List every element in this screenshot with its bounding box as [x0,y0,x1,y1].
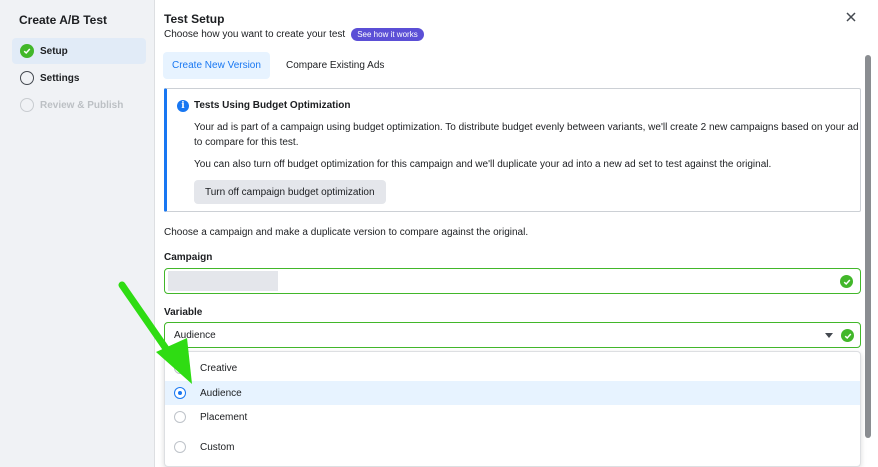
radio-icon [174,441,186,453]
step-label: Review & Publish [40,99,124,111]
see-how-it-works-link[interactable]: See how it works [351,28,424,41]
step-settings[interactable]: Settings [12,65,146,91]
notice-title: Tests Using Budget Optimization [194,100,351,111]
check-circle-icon [20,44,34,58]
chevron-down-icon [825,333,833,338]
tab-create-new-version[interactable]: Create New Version [163,52,270,79]
variable-dropdown-menu: Creative Audience Placement Custom [164,351,861,467]
step-setup[interactable]: Setup [12,38,146,64]
option-creative[interactable]: Creative [165,356,860,380]
notice-paragraph: Your ad is part of a campaign using budg… [194,122,859,148]
subtitle-text: Choose how you want to create your test [164,29,346,40]
step-review-publish: Review & Publish [12,92,146,118]
annotation-arrow-icon [118,281,192,384]
radio-icon [174,411,186,423]
step-label: Setup [40,45,68,57]
notice-paragraph: You can also turn off budget optimizatio… [194,159,772,170]
turn-off-budget-optimization-button[interactable]: Turn off campaign budget optimization [194,180,386,204]
option-label: Placement [200,411,248,423]
sidebar: Create A/B Test Setup Settings Review & … [0,0,155,467]
page-subtitle: Choose how you want to create your test … [164,28,424,41]
check-circle-icon [840,275,853,288]
scrollbar[interactable] [865,55,871,438]
instruction-text: Choose a campaign and make a duplicate v… [164,227,529,238]
step-circle-icon [20,71,34,85]
step-circle-icon [20,98,34,112]
tab-compare-existing-ads[interactable]: Compare Existing Ads [277,52,393,79]
option-label: Custom [200,441,235,453]
variable-select[interactable]: Audience [164,322,861,348]
campaign-label: Campaign [164,252,213,263]
option-placement[interactable]: Placement [165,405,860,429]
step-label: Settings [40,72,80,84]
main-panel: Test Setup Choose how you want to create… [155,0,878,467]
option-custom[interactable]: Custom [165,435,860,459]
budget-optimization-notice: i Tests Using Budget Optimization Your a… [164,88,861,212]
sidebar-title: Create A/B Test [19,13,108,27]
page-title: Test Setup [164,12,225,26]
check-circle-icon [841,329,854,342]
info-icon: i [177,100,189,112]
option-audience[interactable]: Audience [165,381,860,405]
campaign-field[interactable] [164,268,861,294]
close-icon[interactable] [843,9,859,25]
